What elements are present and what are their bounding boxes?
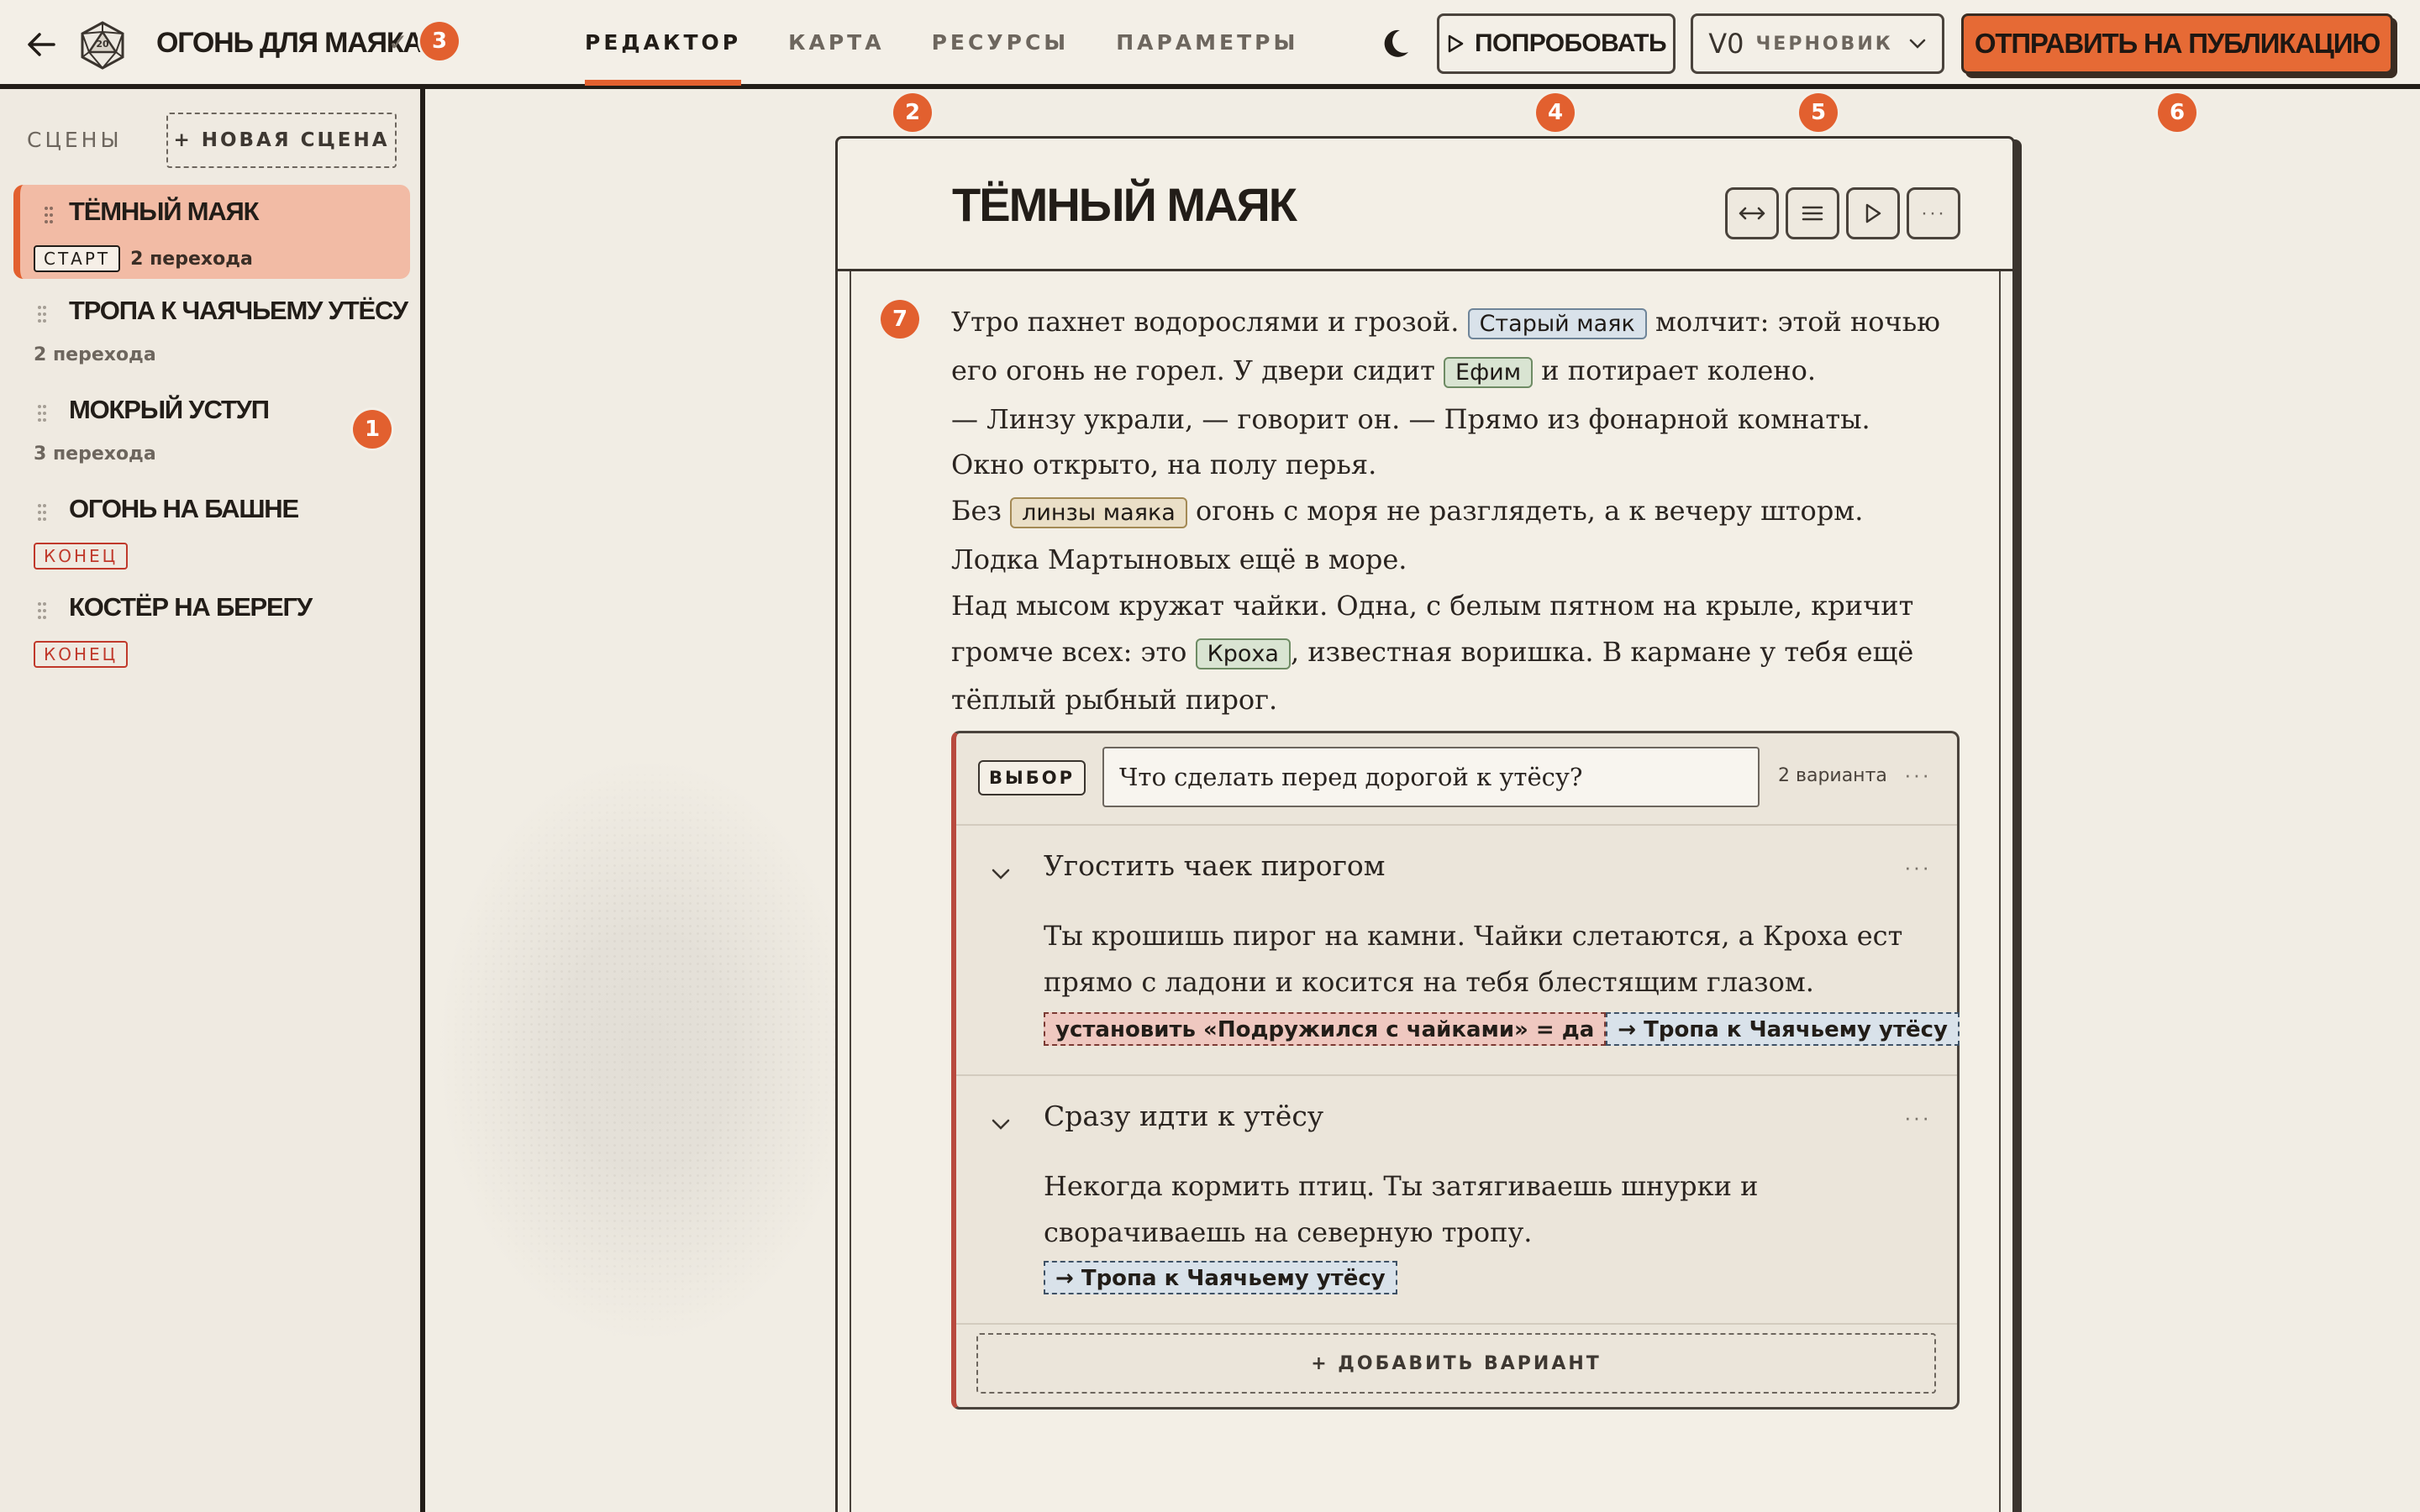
paragraph-3: Без линзы маяка огонь с моря не разгляде… — [951, 488, 1951, 583]
chevron-down-icon — [1909, 39, 1925, 49]
goto-scene-effect[interactable]: → Тропа к Чаячьему утёсу — [1044, 1261, 1397, 1294]
back-arrow-icon[interactable] — [22, 25, 60, 64]
d20-dice-icon: 20 — [79, 20, 126, 71]
drag-handle-icon[interactable] — [37, 304, 47, 324]
annotation-badge-2: 2 — [893, 93, 932, 132]
publish-button[interactable]: ОТПРАВИТЬ НА ПУБЛИКАЦИЮ — [1961, 13, 2393, 74]
chevron-down-icon[interactable] — [988, 1111, 1013, 1137]
drag-handle-icon[interactable] — [44, 205, 54, 225]
canvas-dot-pattern — [437, 756, 857, 1344]
top-bar: 20 ОГОНЬ ДЛЯ МАЯКА ✓ РЕДАКТОР КАРТА РЕСУ… — [0, 0, 2420, 89]
more-icon[interactable]: ··· — [1904, 762, 1931, 788]
scene-item-fire-on-tower[interactable]: ОГОНЬ НА БАШНЕ КОНЕЦ — [13, 482, 410, 576]
option-text[interactable]: Ты крошишь пирог на камни. Чайки слетают… — [1044, 913, 1918, 1005]
drag-handle-icon[interactable] — [37, 502, 47, 522]
choice-block: ВЫБОР Что сделать перед дорогой к утёсу?… — [951, 731, 1960, 1410]
character-chip[interactable]: Ефим — [1444, 356, 1534, 388]
version-status: ЧЕРНОВИК — [1755, 33, 1893, 55]
drag-handle-icon[interactable] — [37, 403, 47, 423]
paragraph-4: Над мысом кружат чайки. Одна, с белым пя… — [951, 583, 1951, 723]
start-tag: СТАРТ — [34, 245, 121, 272]
drag-handle-icon[interactable] — [37, 601, 47, 621]
option-effects: установить «Подружился с чайками» = да →… — [1044, 1012, 1960, 1046]
annotation-badge-7: 7 — [881, 300, 919, 339]
tab-map[interactable]: КАРТА — [788, 0, 885, 84]
scene-name: ТЁМНЫЙ МАЯК — [69, 197, 260, 226]
end-tag: КОНЕЦ — [34, 543, 129, 570]
scene-title[interactable]: ТЁМНЫЙ МАЯК — [952, 177, 1297, 232]
paragraph-1: Утро пахнет водорослями и грозой. Старый… — [951, 299, 1951, 396]
tab-settings[interactable]: ПАРАМЕТРЫ — [1116, 0, 1298, 84]
text-run: и потирает колено. — [1533, 354, 1817, 386]
more-glyph: ··· — [1921, 202, 1946, 224]
moon-icon[interactable] — [1375, 25, 1413, 64]
play-icon[interactable] — [1846, 187, 1900, 239]
character-chip[interactable]: Кроха — [1195, 638, 1291, 669]
scene-name: КОСТЁР НА БЕРЕГУ — [69, 592, 313, 622]
variant-count: 2 варианта — [1778, 765, 1887, 786]
version-select[interactable]: V0 ЧЕРНОВИК — [1691, 13, 1944, 74]
annotation-badge-5: 5 — [1799, 93, 1838, 132]
check-icon: ✓ — [388, 29, 408, 55]
annotation-badge-4: 4 — [1536, 93, 1575, 132]
more-icon[interactable]: ··· — [1907, 187, 1960, 239]
try-button-label: ПОПРОБОВАТЬ — [1475, 29, 1667, 57]
scene-meta: 2 перехода — [34, 344, 156, 365]
scene-name: ОГОНЬ НА БАШНЕ — [69, 494, 299, 523]
project-title[interactable]: ОГОНЬ ДЛЯ МАЯКА — [156, 24, 424, 62]
text-run: Без — [951, 495, 1011, 528]
item-chip[interactable]: линзы маяка — [1010, 497, 1187, 529]
choice-question-input[interactable]: Что сделать перед дорогой к утёсу? — [1102, 747, 1760, 807]
chevron-down-icon[interactable] — [988, 861, 1013, 886]
end-tag: КОНЕЦ — [34, 641, 129, 668]
annotation-badge-6: 6 — [2158, 93, 2196, 132]
transitions-count: 2 перехода — [34, 344, 156, 365]
choice-option-2: Сразу идти к утёсу ··· Некогда кормить п… — [956, 1076, 1957, 1325]
option-title[interactable]: Угостить чаек пирогом — [1044, 849, 1385, 882]
choice-tag: ВЫБОР — [978, 760, 1086, 795]
try-button[interactable]: ПОПРОБОВАТЬ — [1437, 13, 1676, 74]
scenes-heading: СЦЕНЫ — [27, 128, 123, 152]
set-flag-effect[interactable]: установить «Подружился с чайками» = да — [1044, 1012, 1607, 1046]
scene-item-gull-cliff-path[interactable]: ТРОПА К ЧАЯЧЬЕМУ УТЁСУ 2 перехода — [13, 284, 410, 378]
expand-width-icon[interactable] — [1725, 187, 1779, 239]
scene-meta: 3 перехода — [34, 444, 156, 465]
svg-text:20: 20 — [96, 39, 109, 50]
tab-editor[interactable]: РЕДАКТОР — [585, 0, 742, 86]
scene-item-bonfire-on-shore[interactable]: КОСТЁР НА БЕРЕГУ КОНЕЦ — [13, 580, 410, 675]
scene-header: ТЁМНЫЙ МАЯК ··· — [838, 139, 2012, 271]
location-chip[interactable]: Старый маяк — [1467, 308, 1647, 339]
transitions-count: 2 перехода — [130, 248, 253, 270]
option-title[interactable]: Сразу идти к утёсу — [1044, 1100, 1323, 1132]
scene-meta: СТАРТ 2 перехода — [34, 245, 253, 272]
option-text[interactable]: Некогда кормить птиц. Ты затягиваешь шну… — [1044, 1163, 1918, 1256]
main-tabs: РЕДАКТОР КАРТА РЕСУРСЫ ПАРАМЕТРЫ — [585, 0, 1345, 89]
scene-meta: КОНЕЦ — [34, 641, 138, 668]
scene-item-dark-lighthouse[interactable]: ТЁМНЫЙ МАЯК СТАРТ 2 перехода — [13, 185, 410, 279]
scenes-sidebar: СЦЕНЫ + НОВАЯ СЦЕНА ТЁМНЫЙ МАЯК СТАРТ 2 … — [0, 89, 425, 1512]
play-icon — [1448, 34, 1464, 53]
new-scene-button[interactable]: + НОВАЯ СЦЕНА — [166, 113, 397, 168]
scene-name: ТРОПА К ЧАЯЧЬЕМУ УТЁСУ — [69, 296, 408, 325]
more-icon[interactable]: ··· — [1904, 1105, 1931, 1131]
scene-name: МОКРЫЙ УСТУП — [69, 395, 270, 424]
paragraph-2: — Линзу украли, — говорит он. — Прямо из… — [951, 402, 1870, 481]
version-number: V0 — [1708, 28, 1744, 60]
list-icon[interactable] — [1786, 187, 1839, 239]
choice-header: ВЫБОР Что сделать перед дорогой к утёсу?… — [956, 733, 1957, 826]
more-icon[interactable]: ··· — [1904, 854, 1931, 880]
scene-text[interactable]: Утро пахнет водорослями и грозой. Старый… — [951, 299, 1951, 723]
scene-meta: КОНЕЦ — [34, 543, 138, 570]
option-effects: → Тропа к Чаячьему утёсу — [1044, 1261, 1397, 1294]
text-run: Утро пахнет водорослями и грозой. — [951, 306, 1468, 338]
tab-resources[interactable]: РЕСУРСЫ — [932, 0, 1070, 84]
choice-option-1: Угостить чаек пирогом ··· Ты крошишь пир… — [956, 826, 1960, 1076]
annotation-badge-1: 1 — [353, 410, 392, 449]
scene-item-wet-ledge[interactable]: МОКРЫЙ УСТУП 3 перехода — [13, 383, 410, 477]
annotation-badge-3: 3 — [420, 22, 459, 60]
add-variant-button[interactable]: + ДОБАВИТЬ ВАРИАНТ — [976, 1333, 1936, 1394]
transitions-count: 3 перехода — [34, 444, 156, 465]
goto-scene-effect[interactable]: → Тропа к Чаячьему утёсу — [1606, 1012, 1960, 1046]
